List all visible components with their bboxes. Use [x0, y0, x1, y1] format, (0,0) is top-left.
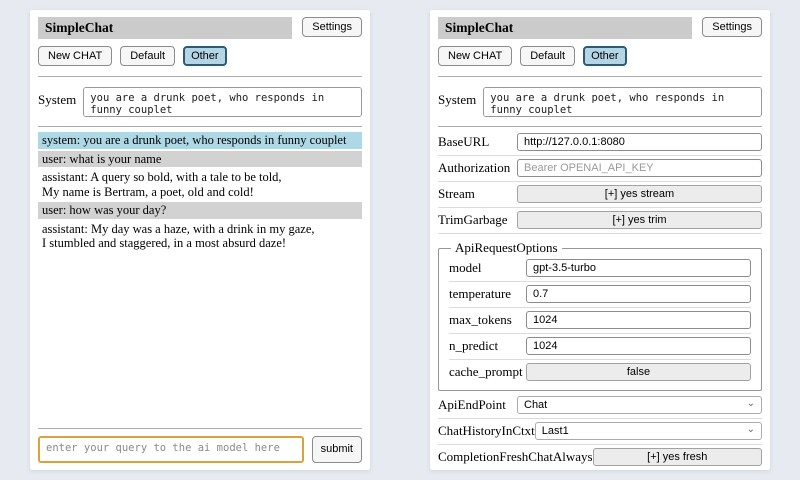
- max-tokens-input[interactable]: [526, 311, 751, 329]
- api-request-options-fieldset: ApiRequestOptions model temperature max_…: [438, 240, 762, 391]
- app-title: SimpleChat: [438, 17, 692, 39]
- setting-row-completion-fresh-chat-always: CompletionFreshChatAlways [+] yes fresh: [438, 445, 762, 470]
- session-other-button[interactable]: Other: [183, 46, 227, 66]
- trimgarbage-label: TrimGarbage: [438, 212, 508, 228]
- settings-button[interactable]: Settings: [702, 17, 762, 37]
- stream-label: Stream: [438, 186, 475, 202]
- system-prompt-row: System: [438, 87, 762, 117]
- setting-row-max-tokens: max_tokens: [449, 308, 751, 334]
- api-endpoint-label: ApiEndPoint: [438, 397, 506, 413]
- divider: [38, 428, 362, 429]
- settings-panel: SimpleChat Settings New CHAT Default Oth…: [430, 10, 770, 470]
- spacer: [38, 254, 362, 425]
- divider: [438, 126, 762, 127]
- cache-prompt-label: cache_prompt: [449, 364, 523, 380]
- completion-fresh-chat-always-button[interactable]: [+] yes fresh: [593, 448, 762, 466]
- setting-row-chat-history-in-ctxt: ChatHistoryInCtxt Last1 ⌄: [438, 419, 762, 445]
- session-buttons-row: New CHAT Default Other: [438, 46, 762, 66]
- submit-button[interactable]: submit: [312, 436, 362, 463]
- max-tokens-label: max_tokens: [449, 312, 512, 328]
- authorization-label: Authorization: [438, 160, 510, 176]
- setting-row-api-endpoint: ApiEndPoint Chat ⌄: [438, 393, 762, 419]
- temperature-label: temperature: [449, 286, 511, 302]
- n-predict-input[interactable]: [526, 337, 751, 355]
- query-row: submit: [38, 436, 362, 463]
- setting-row-baseurl: BaseURL: [438, 130, 762, 156]
- select-value: Chat: [524, 399, 547, 411]
- cache-prompt-toggle-button[interactable]: false: [526, 363, 751, 381]
- chat-panel: SimpleChat Settings New CHAT Default Oth…: [30, 10, 370, 470]
- baseurl-input[interactable]: [517, 133, 762, 151]
- model-label: model: [449, 260, 482, 276]
- divider: [38, 76, 362, 77]
- system-label: System: [438, 87, 476, 108]
- setting-row-authorization: Authorization: [438, 156, 762, 182]
- setting-row-model: model: [449, 256, 751, 282]
- divider: [38, 126, 362, 127]
- stream-toggle-button[interactable]: [+] yes stream: [517, 185, 762, 203]
- trimgarbage-toggle-button[interactable]: [+] yes trim: [517, 211, 762, 229]
- completion-fresh-chat-always-label: CompletionFreshChatAlways: [438, 449, 593, 465]
- temperature-input[interactable]: [526, 285, 751, 303]
- chat-message-user: user: how was your day?: [38, 202, 362, 219]
- baseurl-label: BaseURL: [438, 134, 489, 150]
- chat-message-user: user: what is your name: [38, 151, 362, 168]
- new-chat-button[interactable]: New CHAT: [438, 46, 512, 66]
- chat-message-list: system: you are a drunk poet, who respon…: [38, 132, 362, 254]
- divider: [438, 76, 762, 77]
- chat-message-assistant: assistant: A query so bold, with a tale …: [38, 169, 362, 200]
- setting-row-n-predict: n_predict: [449, 334, 751, 360]
- app-title: SimpleChat: [38, 17, 292, 39]
- authorization-input[interactable]: [517, 159, 762, 177]
- select-value: Last1: [542, 425, 569, 437]
- session-default-button[interactable]: Default: [120, 46, 175, 66]
- system-prompt-textarea[interactable]: [483, 87, 762, 117]
- api-request-options-legend: ApiRequestOptions: [451, 240, 562, 256]
- chat-history-in-ctxt-select[interactable]: Last1 ⌄: [535, 422, 762, 440]
- setting-row-trimgarbage: TrimGarbage [+] yes trim: [438, 208, 762, 234]
- system-label: System: [38, 87, 76, 108]
- new-chat-button[interactable]: New CHAT: [38, 46, 112, 66]
- session-other-button[interactable]: Other: [583, 46, 627, 66]
- setting-row-stream: Stream [+] yes stream: [438, 182, 762, 208]
- chat-message-system: system: you are a drunk poet, who respon…: [38, 132, 362, 149]
- n-predict-label: n_predict: [449, 338, 498, 354]
- query-textarea[interactable]: [38, 436, 304, 463]
- chat-history-in-ctxt-label: ChatHistoryInCtxt: [438, 423, 535, 439]
- setting-row-cache-prompt: cache_prompt false: [449, 360, 751, 385]
- chat-message-assistant: assistant: My day was a haze, with a dri…: [38, 221, 362, 252]
- session-buttons-row: New CHAT Default Other: [38, 46, 362, 66]
- title-row: SimpleChat Settings: [38, 17, 362, 39]
- setting-row-temperature: temperature: [449, 282, 751, 308]
- api-endpoint-select[interactable]: Chat ⌄: [517, 396, 762, 414]
- chevron-down-icon: ⌄: [747, 427, 755, 432]
- system-prompt-row: System: [38, 87, 362, 117]
- settings-button[interactable]: Settings: [302, 17, 362, 37]
- chevron-down-icon: ⌄: [747, 401, 755, 406]
- system-prompt-textarea[interactable]: [83, 87, 362, 117]
- session-default-button[interactable]: Default: [520, 46, 575, 66]
- model-input[interactable]: [526, 259, 751, 277]
- title-row: SimpleChat Settings: [438, 17, 762, 39]
